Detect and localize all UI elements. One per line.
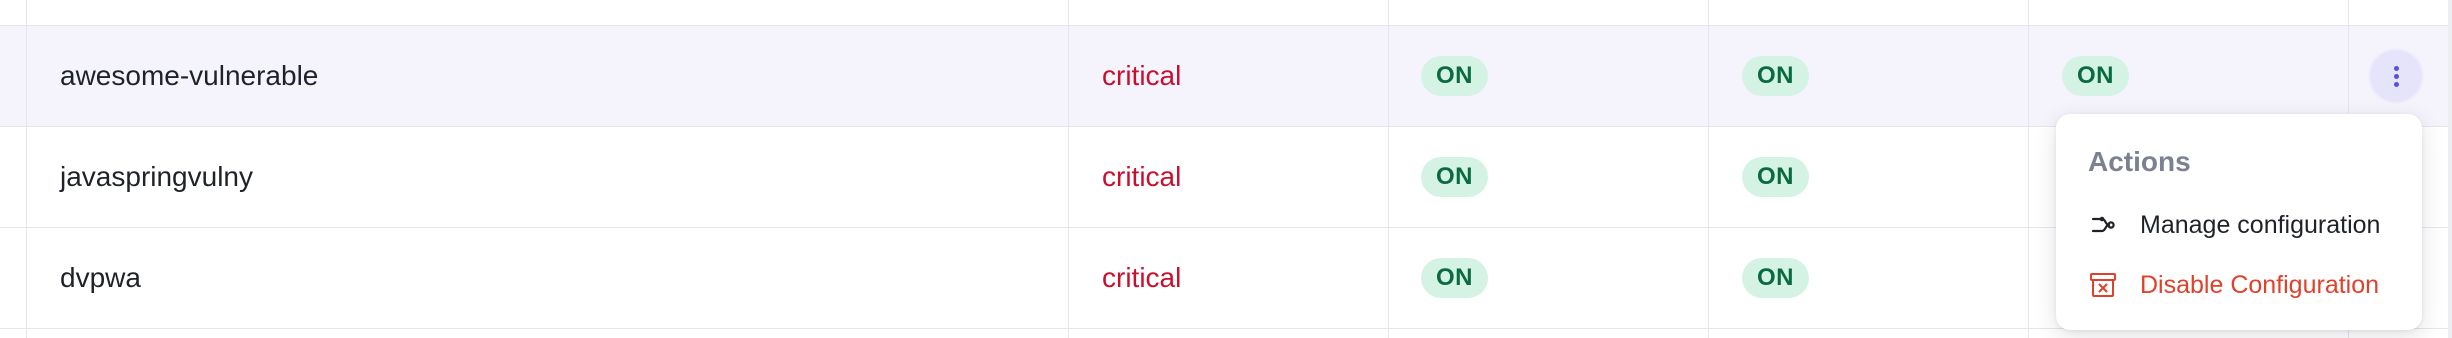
status-badge: ON [1421,157,1488,197]
repo-name: dvpwa [60,262,141,293]
menu-title: Actions [2088,146,2191,177]
table-row-partial [0,329,2452,338]
settings-branch-icon [2088,210,2118,240]
column-divider [2028,0,2029,338]
severity-label: critical [1102,161,1182,192]
archive-x-icon [2088,270,2118,300]
column-divider [1068,0,1069,338]
status-badge: ON [1742,258,1809,298]
table-row[interactable]: awesome-vulnerable critical ON ON ON [0,26,2452,127]
column-divider [1708,0,1709,338]
column-divider [26,0,27,338]
status-badge: ON [1421,258,1488,298]
column-divider [1388,0,1389,338]
scrollbar-track[interactable] [2448,0,2452,338]
menu-item-label: Disable Configuration [2140,270,2380,299]
status-badge: ON [1742,56,1809,96]
severity-label: critical [1102,262,1182,293]
status-badge: ON [1421,56,1488,96]
status-badge: ON [1742,157,1809,197]
manage-configuration-item[interactable]: Manage configuration [2088,210,2380,240]
actions-menu: Actions Manage configuration Disable Con… [2056,114,2422,330]
disable-configuration-item[interactable]: Disable Configuration [2088,270,2379,300]
repo-name: javaspringvulny [60,161,253,192]
severity-label: critical [1102,60,1182,91]
table-header-stub [0,0,2452,26]
kebab-icon [2393,65,2399,87]
menu-item-label: Manage configuration [2140,210,2381,239]
row-actions-button[interactable] [2370,50,2422,102]
repo-name: awesome-vulnerable [60,60,319,91]
status-badge: ON [2062,56,2129,96]
